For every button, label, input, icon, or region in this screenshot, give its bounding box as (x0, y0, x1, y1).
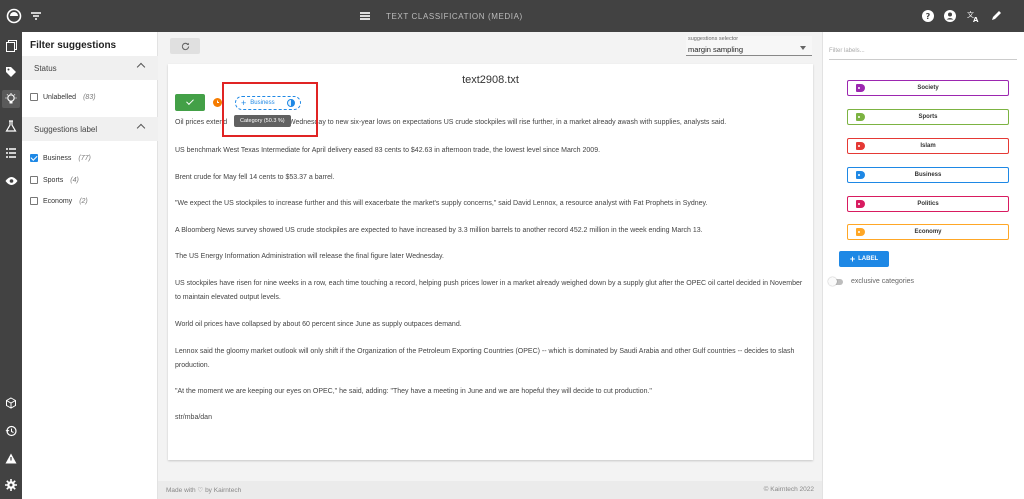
suggestions-lightbulb-icon[interactable] (2, 90, 20, 108)
chevron-up-icon (136, 62, 146, 72)
validate-button[interactable] (175, 94, 205, 111)
label-button-text: Islam (920, 143, 936, 149)
document-paragraph: The US Energy Information Administration… (175, 253, 444, 260)
label-button-text: Politics (917, 201, 939, 207)
refresh-icon (181, 42, 189, 50)
document-paragraph: str/mba/dan (175, 414, 212, 421)
exclusive-categories-label: exclusive categories (851, 278, 915, 285)
left-navigation-rail (0, 32, 22, 499)
label-button-sports[interactable]: Sports (847, 109, 1009, 125)
svg-text:?: ? (926, 12, 931, 21)
dropdown-arrow-icon (800, 46, 806, 50)
filter-item-label: Business (43, 154, 72, 162)
tag-icon (856, 113, 865, 121)
status-section-title: Status (34, 63, 57, 73)
filter-item-count: (4) (70, 176, 79, 184)
menu-icon[interactable] (360, 12, 370, 20)
document-paragraph: Brent crude for May fell 14 cents to $53… (175, 174, 335, 181)
list-icon[interactable] (2, 144, 20, 162)
help-icon[interactable]: ? (918, 6, 938, 26)
label-button-business[interactable]: Business (847, 167, 1009, 183)
filter-item-count: (83) (83, 93, 96, 101)
tag-icon (856, 142, 865, 150)
svg-text:A: A (973, 16, 979, 23)
label-button-text: Sports (918, 114, 938, 120)
document-paragraph: US stockpiles have risen for nine weeks … (175, 280, 803, 301)
footer-made-with: Made with ♡ by Kairntech (166, 487, 242, 494)
filter-item-label: Unlabelled (43, 93, 77, 101)
tag-icon (856, 200, 865, 208)
filter-suggestions-panel: Filter suggestions Status Unlabelled (83… (22, 32, 158, 499)
label-filter-business[interactable]: Business (77) (30, 154, 91, 162)
label-button-text: Economy (914, 229, 942, 235)
selector-label: suggestions selector (688, 36, 739, 42)
labels-panel: Filter labels... Society Sports Islam Busin… (822, 32, 1024, 499)
label-filter-economy[interactable]: Economy (2) (30, 197, 88, 205)
label-button-islam[interactable]: Islam (847, 138, 1009, 154)
label-button-society[interactable]: Society (847, 80, 1009, 96)
cube-icon[interactable] (2, 394, 20, 412)
filter-item-count: (2) (79, 197, 88, 205)
suggestion-clock-icon[interactable] (213, 98, 222, 107)
filter-item-label: Sports (43, 176, 64, 184)
top-bar: TEXT CLASSIFICATION (MEDIA) ? 文A (0, 0, 1024, 32)
exclusive-categories-toggle[interactable] (828, 277, 843, 286)
view-eye-icon[interactable] (2, 172, 20, 190)
label-button-text: Business (914, 172, 942, 178)
suggestions-label-section-header[interactable]: Suggestions label (22, 117, 158, 141)
app-title-text: TEXT CLASSIFICATION (MEDIA) (386, 11, 523, 21)
filter-toggle-icon[interactable] (26, 6, 46, 26)
labels-tag-icon[interactable] (2, 63, 20, 81)
check-icon (186, 97, 194, 105)
document-paragraph: "We expect the US stockpiles to increase… (175, 200, 708, 207)
paragraph-text-rest: a Wednesday to new six-year lows on expe… (283, 119, 727, 126)
filter-heading: Filter suggestions (30, 40, 117, 51)
suggestions-selector[interactable]: suggestions selector margin sampling (686, 36, 812, 56)
tag-icon (856, 84, 865, 92)
checkbox[interactable] (30, 93, 38, 101)
experiments-flask-icon[interactable] (2, 117, 20, 135)
suggestions-label-section-title: Suggestions label (34, 124, 98, 134)
checkbox[interactable] (30, 197, 38, 205)
documents-icon[interactable] (2, 37, 20, 55)
document-paragraph: "At the moment we are keeping our eyes o… (175, 388, 652, 395)
selector-value: margin sampling (688, 45, 744, 54)
document-paragraph: A Bloomberg News survey showed US crude … (175, 227, 703, 234)
tag-icon (856, 171, 865, 179)
label-filter-input[interactable]: Filter labels... (829, 46, 1017, 60)
label-filter-sports[interactable]: Sports (4) (30, 176, 79, 184)
checkbox-checked[interactable] (30, 154, 38, 162)
document-paragraph: World oil prices have collapsed by about… (175, 321, 462, 328)
footer: Made with ♡ by Kairntech © Kairntech 202… (158, 481, 822, 499)
add-label-button[interactable]: + LABEL (839, 251, 889, 267)
filter-item-label: Economy (43, 197, 73, 205)
footer-copyright: © Kairntech 2022 (763, 486, 814, 493)
chevron-up-icon (136, 123, 146, 133)
edit-pencil-icon[interactable] (986, 6, 1006, 26)
document-paragraph: Lennox said the gloomy market outlook wi… (175, 348, 795, 369)
translate-icon[interactable]: 文A (963, 6, 983, 26)
app-logo-icon[interactable] (4, 6, 24, 26)
warning-triangle-icon[interactable] (2, 449, 20, 467)
status-filter-unlabelled[interactable]: Unlabelled (83) (30, 93, 96, 101)
add-label-text: LABEL (858, 256, 879, 262)
tag-icon (856, 228, 865, 236)
label-button-politics[interactable]: Politics (847, 196, 1009, 212)
filter-item-count: (77) (78, 154, 91, 162)
status-section-header[interactable]: Status (22, 56, 158, 80)
label-button-economy[interactable]: Economy (847, 224, 1009, 240)
label-button-text: Society (917, 85, 939, 91)
document-paragraph: US benchmark West Texas Intermediate for… (175, 147, 601, 154)
app-title: TEXT CLASSIFICATION (MEDIA) (360, 0, 523, 32)
account-icon[interactable] (940, 6, 960, 26)
checkbox[interactable] (30, 176, 38, 184)
paragraph-text-start: Oil prices extend (175, 119, 228, 126)
settings-gear-icon[interactable] (2, 476, 20, 494)
refresh-button[interactable] (170, 38, 200, 54)
history-icon[interactable] (2, 422, 20, 440)
highlight-box (222, 82, 318, 137)
plus-icon: + (849, 253, 856, 264)
